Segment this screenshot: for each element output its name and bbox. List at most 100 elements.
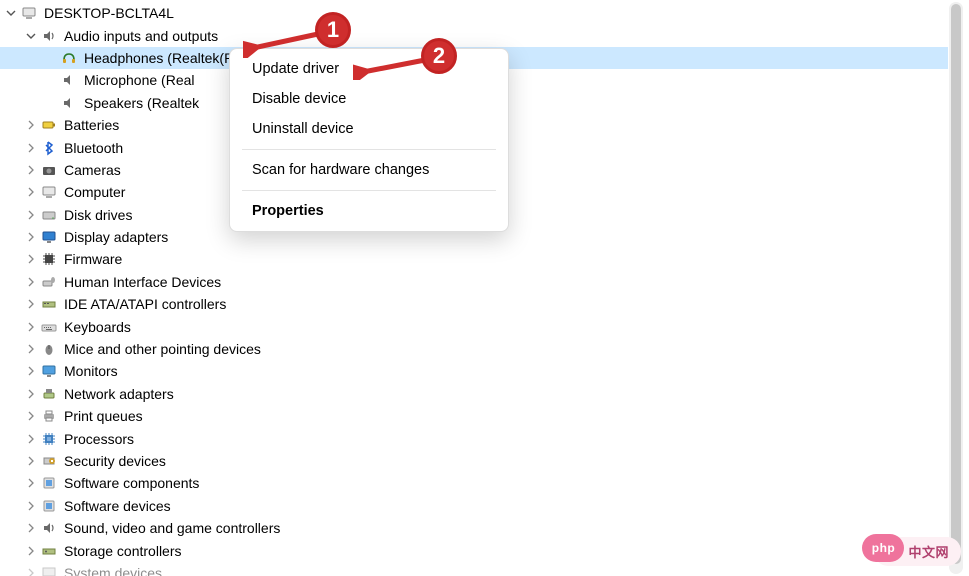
chevron-right-icon[interactable] [24,409,38,423]
chevron-right-icon[interactable] [24,521,38,535]
tree-category-sound[interactable]: Sound, video and game controllers [0,517,948,539]
chevron-right-icon[interactable] [24,387,38,401]
disk-icon [40,206,58,224]
tree-category-storage[interactable]: Storage controllers [0,539,948,561]
menu-properties[interactable]: Properties [230,196,508,226]
annotation-arrow-2 [353,54,431,80]
chevron-right-icon[interactable] [24,566,38,576]
tree-category-firmware[interactable]: Firmware [0,248,948,270]
tree-category-security[interactable]: Security devices [0,450,948,472]
cpu-icon [40,430,58,448]
chevron-right-icon[interactable] [24,320,38,334]
monitor-icon [40,362,58,380]
menu-disable-device[interactable]: Disable device [230,84,508,114]
annotation-badge-2: 2 [421,38,457,74]
sw-components-label: Software components [64,475,199,491]
mice-label: Mice and other pointing devices [64,341,261,357]
watermark: php 中文网 [874,537,961,566]
microphone-label: Microphone (Real [84,72,195,88]
processors-label: Processors [64,431,134,447]
speaker-icon [40,519,58,537]
ide-label: IDE ATA/ATAPI controllers [64,296,226,312]
tree-category-system[interactable]: System devices [0,562,948,576]
chevron-down-icon[interactable] [4,6,18,20]
system-label: System devices [64,565,162,576]
headphones-icon [60,49,78,67]
display-adapters-label: Display adapters [64,229,168,245]
chevron-right-icon[interactable] [24,297,38,311]
cameras-label: Cameras [64,162,121,178]
watermark-tag: php [862,534,904,562]
speaker-icon [60,94,78,112]
chevron-right-icon[interactable] [24,141,38,155]
print-queues-label: Print queues [64,408,143,424]
chevron-down-icon[interactable] [24,29,38,43]
chevron-right-icon[interactable] [24,544,38,558]
tree-category-sw-devices[interactable]: Software devices [0,495,948,517]
chevron-right-icon[interactable] [24,163,38,177]
tree-category-monitors[interactable]: Monitors [0,360,948,382]
keyboard-icon [40,318,58,336]
hid-label: Human Interface Devices [64,274,221,290]
chevron-right-icon[interactable] [24,342,38,356]
chevron-right-icon[interactable] [24,454,38,468]
tree-category-print-queues[interactable]: Print queues [0,405,948,427]
scrollbar-thumb[interactable] [951,4,961,564]
storage-label: Storage controllers [64,543,182,559]
security-label: Security devices [64,453,166,469]
bluetooth-icon [40,139,58,157]
network-label: Network adapters [64,386,174,402]
disk-drives-label: Disk drives [64,207,132,223]
display-icon [40,228,58,246]
audio-category-label: Audio inputs and outputs [64,28,218,44]
tree-root[interactable]: DESKTOP-BCLTA4L [0,2,948,24]
annotation-arrow-1 [243,28,325,58]
tree-category-keyboards[interactable]: Keyboards [0,315,948,337]
annotation-badge-1: 1 [315,12,351,48]
tree-category-processors[interactable]: Processors [0,427,948,449]
computer-icon [40,183,58,201]
system-icon [40,564,58,576]
storage-icon [40,542,58,560]
software-icon [40,497,58,515]
tree-category-network[interactable]: Network adapters [0,383,948,405]
root-label: DESKTOP-BCLTA4L [44,5,174,21]
hid-icon [40,273,58,291]
ide-icon [40,295,58,313]
chevron-right-icon[interactable] [24,230,38,244]
menu-scan-hardware[interactable]: Scan for hardware changes [230,155,508,185]
tree-category-sw-components[interactable]: Software components [0,472,948,494]
speaker-icon [60,71,78,89]
chevron-right-icon[interactable] [24,432,38,446]
battery-icon [40,116,58,134]
firmware-label: Firmware [64,251,122,267]
computer-icon [20,4,38,22]
speaker-icon [40,27,58,45]
tree-category-mice[interactable]: Mice and other pointing devices [0,338,948,360]
tree-category-audio[interactable]: Audio inputs and outputs [0,24,948,46]
chevron-right-icon[interactable] [24,364,38,378]
tree-category-hid[interactable]: Human Interface Devices [0,271,948,293]
chevron-right-icon[interactable] [24,118,38,132]
component-icon [40,474,58,492]
computer-label: Computer [64,184,125,200]
chevron-right-icon[interactable] [24,185,38,199]
printer-icon [40,407,58,425]
shield-icon [40,452,58,470]
chevron-right-icon[interactable] [24,208,38,222]
chip-icon [40,250,58,268]
chevron-right-icon[interactable] [24,275,38,289]
menu-uninstall-device[interactable]: Uninstall device [230,114,508,144]
chevron-right-icon[interactable] [24,476,38,490]
tree-category-ide[interactable]: IDE ATA/ATAPI controllers [0,293,948,315]
chevron-right-icon[interactable] [24,252,38,266]
batteries-label: Batteries [64,117,119,133]
network-icon [40,385,58,403]
keyboards-label: Keyboards [64,319,131,335]
mouse-icon [40,340,58,358]
chevron-right-icon[interactable] [24,499,38,513]
scrollbar-vertical[interactable] [949,2,963,574]
sw-devices-label: Software devices [64,498,171,514]
sound-label: Sound, video and game controllers [64,520,280,536]
menu-separator [242,149,496,150]
